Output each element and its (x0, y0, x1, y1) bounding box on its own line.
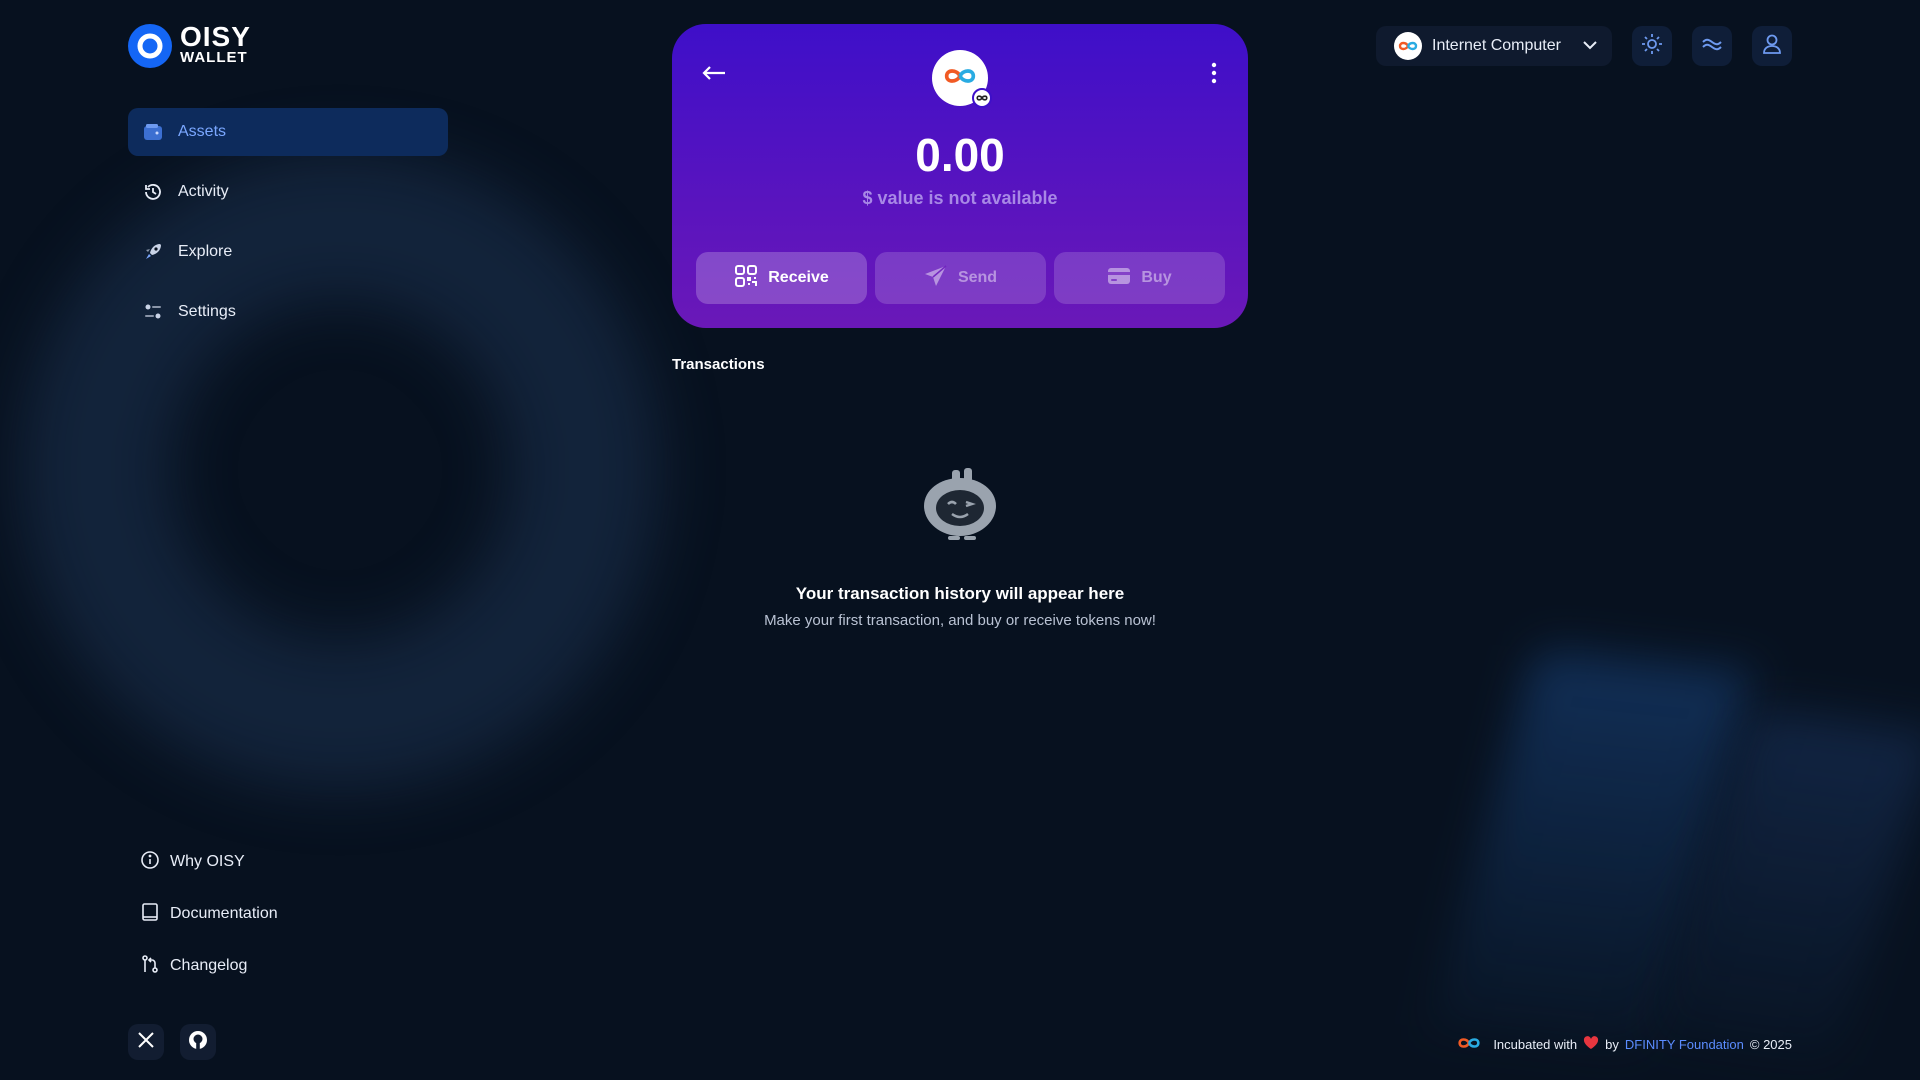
footer-prefix: Incubated with (1493, 1037, 1578, 1052)
receive-button[interactable]: Receive (696, 252, 867, 304)
sidebar-item-label: Assets (178, 123, 227, 140)
x-twitter-button[interactable] (128, 1024, 164, 1060)
chevron-down-icon (1582, 37, 1598, 55)
page-footer: Incubated with by DFINITY Foundation © 2… (1457, 1036, 1792, 1053)
qr-code-icon (734, 264, 758, 293)
logo-line2: WALLET (180, 49, 248, 66)
documentation-label: Documentation (170, 905, 278, 922)
documentation-link[interactable]: Documentation (140, 902, 278, 927)
network-selector[interactable]: Internet Computer (1376, 26, 1612, 66)
credit-card-icon (1107, 266, 1131, 291)
dfinity-foundation-link[interactable]: DFINITY Foundation (1625, 1037, 1744, 1052)
usd-value-note: $ value is not available (862, 188, 1058, 208)
back-button[interactable] (696, 62, 732, 88)
waves-button[interactable] (1692, 26, 1732, 66)
sun-icon (1641, 33, 1663, 60)
token-card: 0.00 $ value is not available Receive Se… (672, 24, 1248, 328)
github-button[interactable] (180, 1024, 216, 1060)
token-balance: 0.00 (915, 129, 1005, 181)
sidebar-item-label: Explore (178, 243, 233, 260)
user-icon (1762, 33, 1782, 60)
paper-plane-icon (924, 264, 948, 292)
social-links (128, 1024, 216, 1060)
more-options-button[interactable] (1204, 62, 1224, 88)
why-oisy-label: Why OISY (170, 853, 245, 870)
changelog-label: Changelog (170, 957, 248, 974)
oisy-mascot-icon (918, 464, 1002, 548)
changelog-link[interactable]: Changelog (140, 954, 278, 979)
sidebar-item-label: Activity (178, 183, 229, 200)
arrow-left-icon (702, 65, 726, 85)
why-oisy-link[interactable]: Why OISY (140, 850, 278, 875)
empty-transactions-state: Your transaction history will appear her… (672, 464, 1248, 629)
send-button[interactable]: Send (875, 252, 1046, 304)
sliders-icon (142, 301, 164, 323)
logo-wordmark: OISY WALLET (180, 21, 251, 67)
footer-by: by (1605, 1037, 1619, 1052)
heart-icon (1583, 1036, 1599, 1053)
rocket-icon (142, 241, 164, 263)
waves-icon (1701, 36, 1723, 57)
network-label: Internet Computer (1432, 37, 1561, 54)
receive-label: Receive (768, 269, 829, 286)
history-icon (142, 181, 164, 203)
network-badge-icon (972, 88, 992, 108)
sidebar-nav: Assets Activity Explore Settings (128, 108, 448, 348)
buy-label: Buy (1141, 269, 1172, 286)
logo-line1: OISY (180, 21, 251, 52)
user-menu-button[interactable] (1752, 26, 1792, 66)
github-icon (188, 1030, 208, 1055)
token-actions: Receive Send Buy (696, 252, 1225, 304)
sidebar-footer-links: Why OISY Documentation Changelog (140, 850, 278, 1008)
info-icon (140, 850, 160, 875)
icp-infinity-icon (1394, 32, 1422, 60)
sidebar-item-label: Settings (178, 303, 236, 320)
vertical-dots-icon (1211, 62, 1217, 89)
empty-state-subtitle: Make your first transaction, and buy or … (764, 612, 1156, 629)
oisy-logo[interactable]: OISY WALLET (128, 21, 251, 68)
sidebar-item-assets[interactable]: Assets (128, 108, 448, 156)
transactions-heading: Transactions (672, 356, 765, 373)
theme-toggle-button[interactable] (1632, 26, 1672, 66)
icp-infinity-icon (1457, 1036, 1481, 1053)
icp-token-logo (932, 50, 992, 108)
sidebar-item-activity[interactable]: Activity (128, 168, 448, 216)
empty-state-title: Your transaction history will appear her… (795, 584, 1125, 603)
footer-copyright: © 2025 (1749, 1037, 1792, 1052)
send-label: Send (957, 269, 998, 286)
icp-infinity-icon (943, 66, 977, 91)
book-icon (140, 902, 160, 927)
sidebar-item-settings[interactable]: Settings (128, 288, 448, 336)
buy-button[interactable]: Buy (1054, 252, 1225, 304)
wallet-icon (142, 121, 164, 143)
sidebar-item-explore[interactable]: Explore (128, 228, 448, 276)
x-icon (137, 1031, 155, 1054)
git-compare-icon (140, 954, 160, 979)
oisy-ring-logo-icon (128, 24, 172, 68)
